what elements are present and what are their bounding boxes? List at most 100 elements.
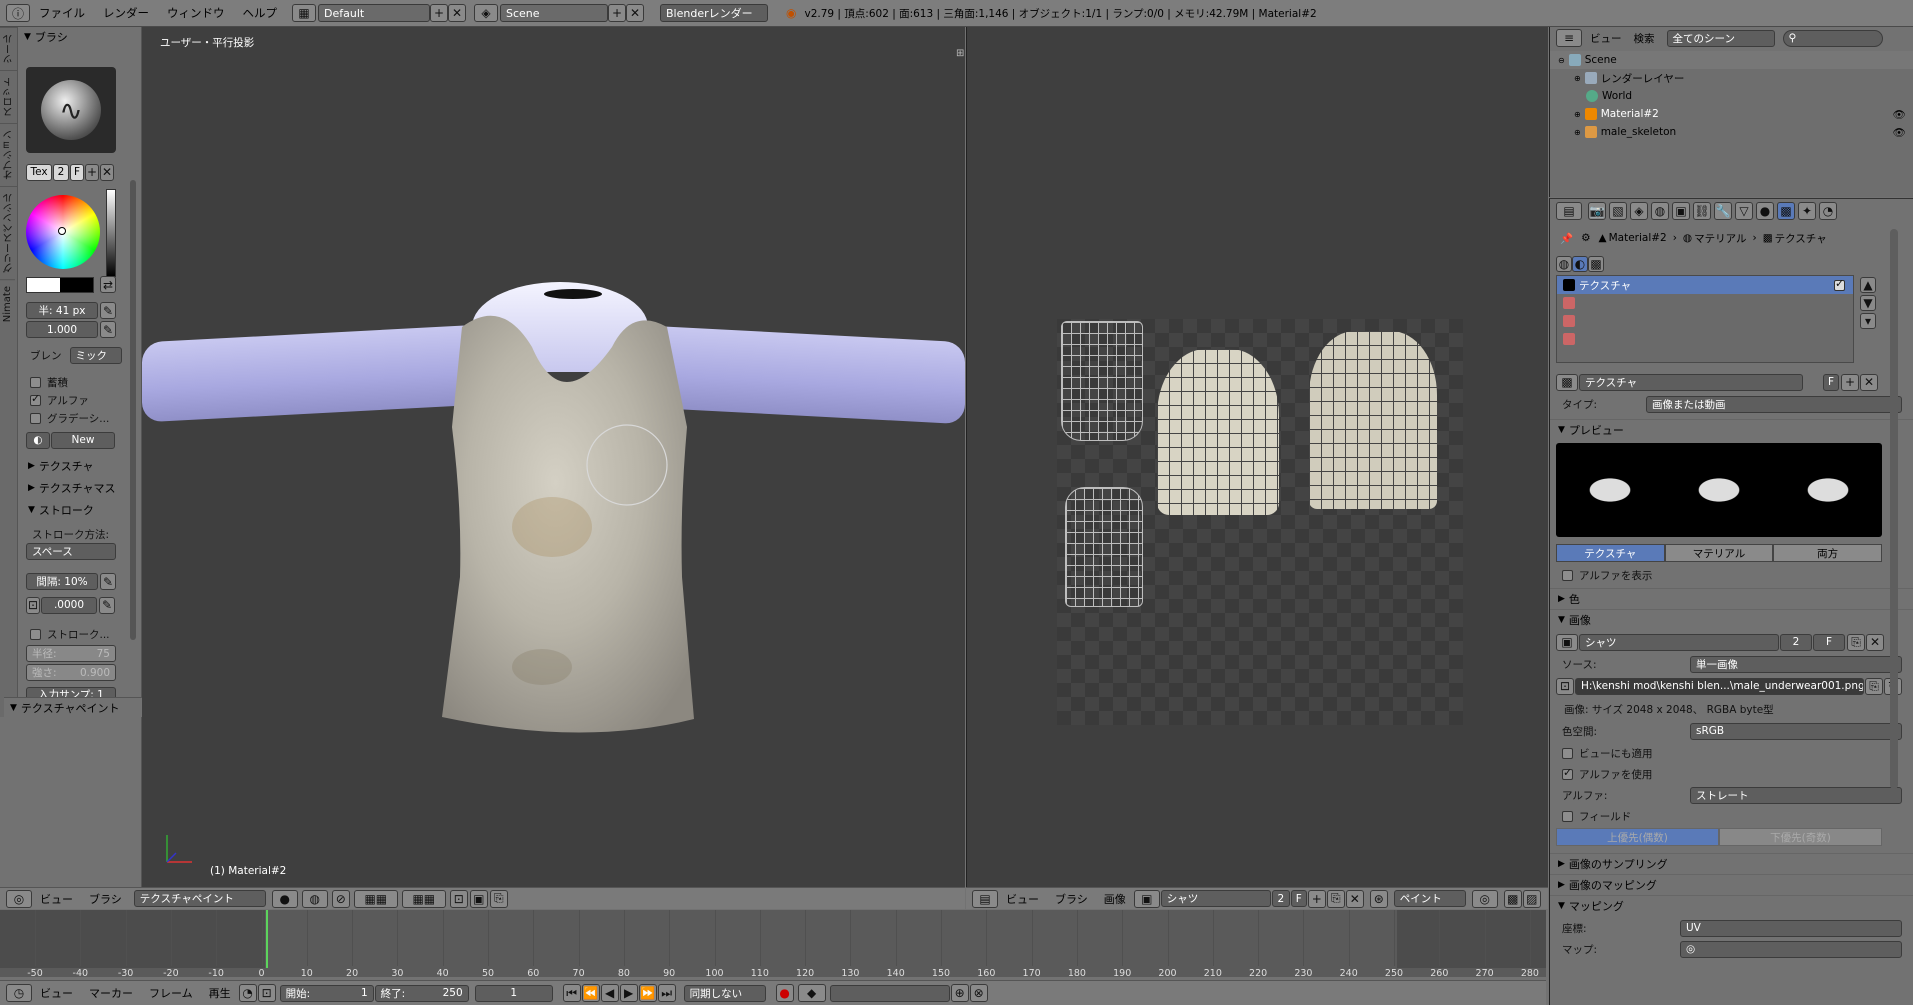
texture-type-dropdown[interactable]: 画像または動画 bbox=[1646, 395, 1902, 413]
modifiers-tab-icon[interactable]: 🔧 bbox=[1714, 202, 1732, 220]
remove-scene-button[interactable]: ✕ bbox=[626, 4, 644, 22]
gradient-checkbox[interactable] bbox=[30, 412, 41, 424]
color-swatches[interactable] bbox=[26, 277, 94, 293]
pin-image-icon[interactable]: ⊛ bbox=[1369, 889, 1388, 908]
outliner-editor-icon[interactable]: ≡ bbox=[1556, 29, 1582, 47]
image-section-header[interactable]: ▼ 画像 bbox=[1550, 609, 1913, 630]
image-mapping-section-header[interactable]: ▶ 画像のマッピング bbox=[1550, 874, 1913, 895]
jump-keyframe-forward-icon[interactable]: ⏩ bbox=[638, 984, 657, 1002]
play-reverse-icon[interactable]: ◀ bbox=[600, 984, 619, 1002]
color-picker-cursor[interactable] bbox=[58, 227, 66, 235]
render-tab-icon[interactable]: 📷 bbox=[1588, 202, 1606, 220]
material-texture-icon[interactable]: ◐ bbox=[1572, 256, 1588, 272]
uv-image-canvas[interactable] bbox=[1057, 319, 1463, 725]
menu-window[interactable]: ウィンドウ bbox=[158, 5, 234, 21]
slot-enabled-checkbox[interactable] bbox=[1834, 277, 1845, 291]
preview-tab-texture[interactable]: テクスチャ bbox=[1556, 544, 1665, 562]
colorspace-dropdown[interactable]: sRGB bbox=[1690, 722, 1902, 740]
image-name-field[interactable]: シャツ bbox=[1579, 633, 1779, 651]
menu-render[interactable]: レンダー bbox=[94, 5, 158, 21]
accumulate-row[interactable]: 蓄積 bbox=[30, 373, 68, 391]
timeline-menu-view[interactable]: ビュー bbox=[32, 985, 81, 1001]
render-engine-dropdown[interactable]: Blenderレンダー bbox=[660, 4, 768, 22]
browse-file-icon[interactable]: ⎘ bbox=[1865, 677, 1884, 695]
sampling-section-header[interactable]: ▶ 画像のサンプリング bbox=[1550, 853, 1913, 874]
properties-editor-icon[interactable]: ▤ bbox=[1556, 202, 1582, 220]
data-tab-icon[interactable]: ▽ bbox=[1735, 202, 1753, 220]
preview-section-header[interactable]: ▼ プレビュー bbox=[1550, 419, 1913, 440]
outliner-item-scene[interactable]: ⊖ Scene bbox=[1550, 51, 1913, 69]
alpha-channel-icon[interactable]: ▨ bbox=[1522, 889, 1541, 908]
timeline[interactable]: -50 -40 -30 -20 -10 0 10 20 30 40 50 60 70 80 90 100 110… bbox=[0, 910, 1546, 979]
pivot-icon[interactable]: ◍ bbox=[301, 889, 328, 908]
menu-help[interactable]: ヘルプ bbox=[234, 5, 287, 21]
draw-channels-icon[interactable]: ▩ bbox=[1503, 889, 1522, 908]
preview-range-icon[interactable]: ◔ bbox=[238, 984, 257, 1002]
visibility-eye-icon[interactable]: 👁 bbox=[1893, 108, 1906, 121]
new-image-button[interactable]: + bbox=[1307, 889, 1326, 908]
lock-range-icon[interactable]: ⊡ bbox=[257, 984, 276, 1002]
brush-radius-field[interactable]: 半: 41 px bbox=[26, 302, 98, 319]
view3d-menu-view[interactable]: ビュー bbox=[32, 891, 81, 907]
camera-icon[interactable]: ⎘ bbox=[489, 889, 508, 908]
timeline-menu-marker[interactable]: マーカー bbox=[81, 985, 141, 1001]
palette-icon[interactable]: ◐ bbox=[26, 431, 50, 449]
texture-slot-list[interactable]: テクスチャ bbox=[1556, 275, 1854, 363]
menu-file[interactable]: ファイル bbox=[30, 5, 94, 21]
new-palette-button[interactable]: New bbox=[51, 431, 115, 449]
field-upper-first[interactable]: 上優先(偶数) bbox=[1556, 828, 1719, 846]
coords-dropdown[interactable]: UV bbox=[1680, 919, 1902, 937]
show-alpha-checkbox[interactable] bbox=[1562, 569, 1573, 581]
mask-icon[interactable]: ⊘ bbox=[331, 889, 350, 908]
brush-users[interactable]: 2 bbox=[53, 163, 69, 181]
scene-icon[interactable]: ◈ bbox=[474, 4, 498, 22]
uv-image-editor[interactable] bbox=[966, 27, 1548, 887]
texture-slot-empty[interactable] bbox=[1557, 294, 1853, 312]
viewport-3d[interactable]: ユーザー・平行投影 (1) Material#2 bbox=[142, 27, 965, 887]
texture-browse-icon[interactable]: ▩ bbox=[1556, 373, 1578, 391]
brush-strength-field[interactable]: 1.000 bbox=[26, 321, 98, 338]
open-image-icon[interactable]: ⎘ bbox=[1847, 633, 1865, 651]
keying-set-field[interactable] bbox=[829, 984, 950, 1002]
collapse-icon[interactable]: ⊖ bbox=[1558, 56, 1565, 65]
start-frame-field[interactable]: 開始: 1 bbox=[279, 984, 374, 1002]
swap-colors-icon[interactable]: ⇄ bbox=[100, 276, 116, 293]
current-frame-cursor[interactable] bbox=[266, 910, 268, 968]
pack-icon[interactable]: ⊡ bbox=[1556, 677, 1574, 695]
open-image-button[interactable]: ⎘ bbox=[1326, 889, 1345, 908]
visibility-eye-icon[interactable]: 👁 bbox=[1893, 126, 1906, 139]
use-alpha-checkbox[interactable] bbox=[1562, 766, 1573, 780]
brush-panel-header[interactable]: ▼ ブラシ bbox=[18, 27, 141, 47]
slot-specials-icon[interactable]: ▾ bbox=[1860, 313, 1876, 329]
texture-name-field[interactable]: テクスチャ bbox=[1579, 373, 1803, 391]
delete-key-icon[interactable]: ⊗ bbox=[969, 984, 988, 1002]
spacing-pressure-icon[interactable]: ✎ bbox=[100, 573, 116, 590]
uv-menu-view[interactable]: ビュー bbox=[998, 891, 1047, 907]
image-fake-user[interactable]: F bbox=[1813, 633, 1845, 651]
physics-tab-icon[interactable]: ◔ bbox=[1819, 202, 1837, 220]
outliner[interactable]: ≡ ビュー 検索 全てのシーン ⚲ ⊖ Scene ⊕ レンダーレイヤー World… bbox=[1549, 27, 1913, 197]
alpha-mode-dropdown[interactable]: ストレート bbox=[1690, 786, 1902, 804]
expand-icon[interactable]: ⊕ bbox=[1574, 128, 1581, 137]
texture-fake-user[interactable]: F bbox=[1823, 373, 1839, 391]
view3d-menu-brush[interactable]: ブラシ bbox=[81, 891, 130, 907]
brush-fake-user[interactable]: F bbox=[70, 163, 84, 181]
particles-tab-icon[interactable]: ✦ bbox=[1798, 202, 1816, 220]
texture-slot-active[interactable]: テクスチャ bbox=[1557, 276, 1853, 294]
jump-start-icon[interactable]: ⏮ bbox=[562, 984, 581, 1002]
layout-icon[interactable]: ▦ bbox=[292, 4, 316, 22]
fields-checkbox[interactable] bbox=[1562, 810, 1573, 822]
jitter-pressure-icon[interactable]: ✎ bbox=[99, 596, 115, 614]
stroke-method-dropdown[interactable]: スペース bbox=[26, 543, 116, 560]
uv-menu-brush[interactable]: ブラシ bbox=[1047, 891, 1096, 907]
alpha-row[interactable]: アルファ bbox=[30, 391, 89, 409]
play-icon[interactable]: ▶ bbox=[619, 984, 638, 1002]
mapping-section-header[interactable]: ▼ マッピング bbox=[1550, 895, 1913, 916]
unlink-image-button[interactable]: ✕ bbox=[1345, 889, 1364, 908]
layers-grid-1[interactable]: ▦▦ bbox=[353, 889, 398, 908]
jitter-field[interactable]: .0000 bbox=[41, 596, 97, 614]
editor-type-icon[interactable]: ◎ bbox=[6, 889, 32, 908]
texture-panel-header[interactable]: ▶ テクスチャ bbox=[22, 456, 93, 476]
timeline-editor-icon[interactable]: ◷ bbox=[6, 984, 32, 1002]
stab-strength-field[interactable]: 強さ: 0.900 bbox=[26, 664, 116, 681]
